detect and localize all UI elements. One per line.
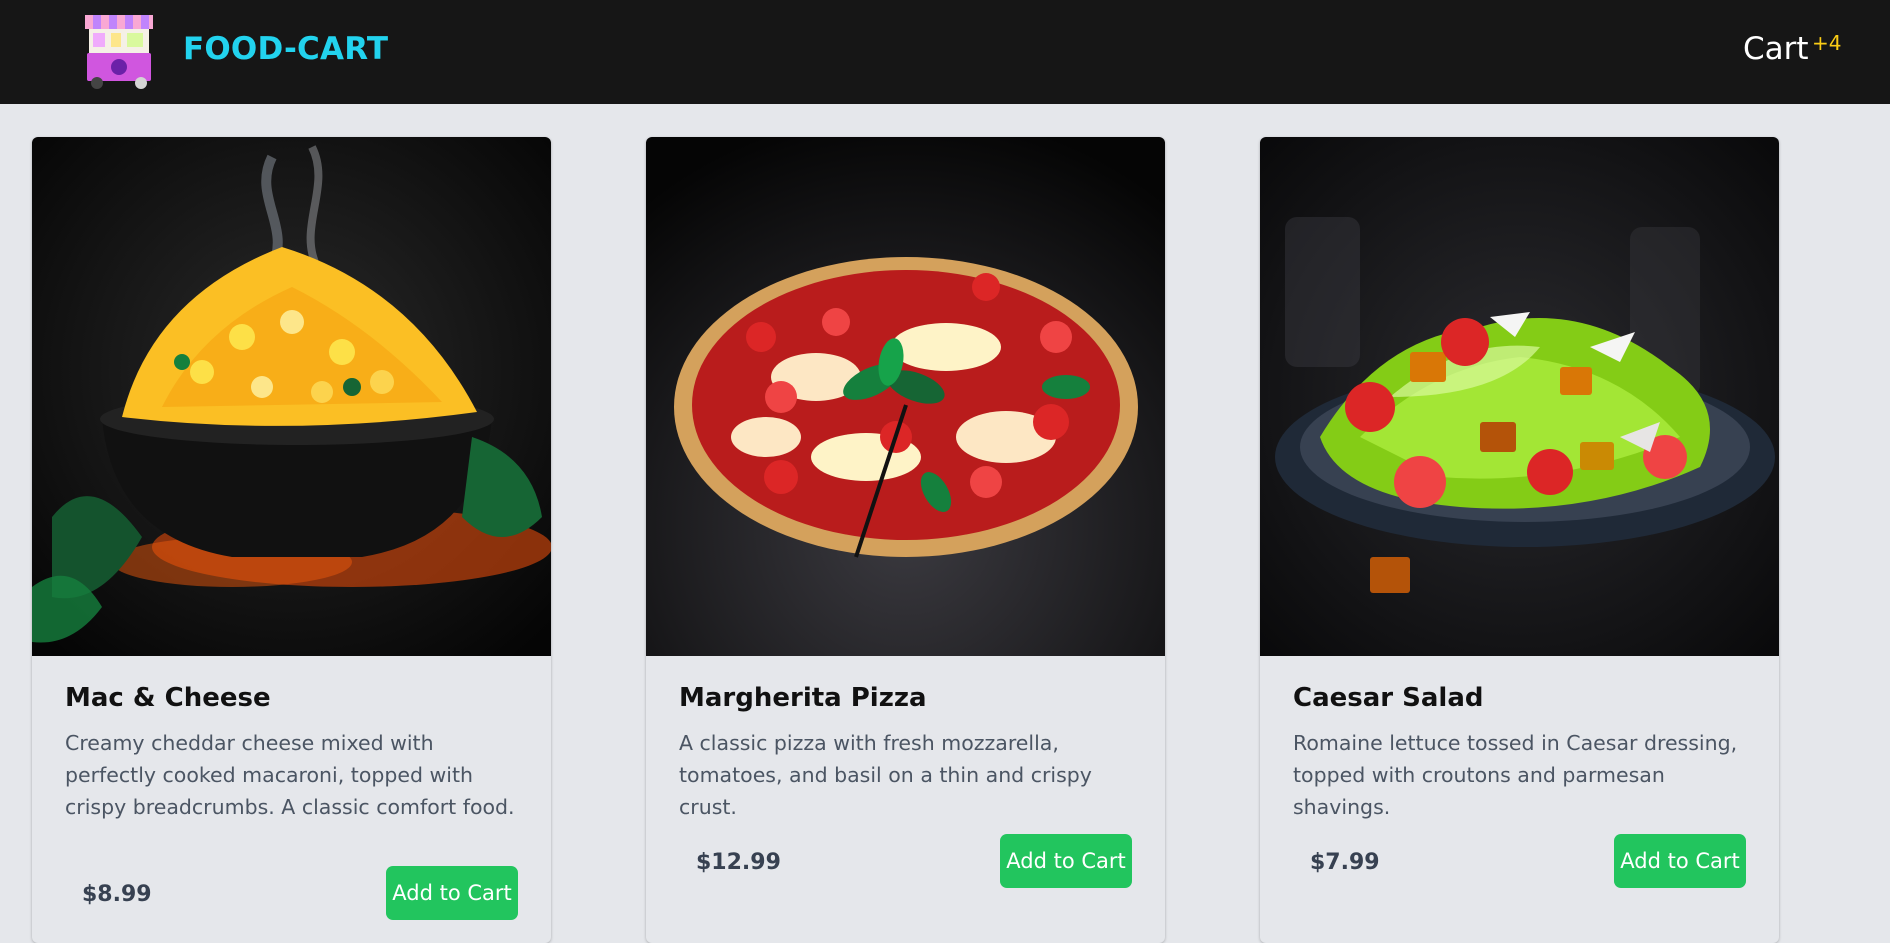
product-price: $8.99 <box>82 882 152 907</box>
product-card-mac-cheese: Mac & Cheese Creamy cheddar cheese mixed… <box>32 137 551 943</box>
add-to-cart-button[interactable]: Add to Cart <box>386 866 518 920</box>
food-cart-logo-icon[interactable] <box>79 11 161 91</box>
product-title: Caesar Salad <box>1293 683 1484 713</box>
add-to-cart-button[interactable]: Add to Cart <box>1614 834 1746 888</box>
cart-link[interactable]: Cart <box>1743 31 1809 67</box>
brand-name[interactable]: FOOD-CART <box>183 31 388 67</box>
product-price: $7.99 <box>1310 850 1380 875</box>
margherita-pizza-image <box>646 137 1165 656</box>
product-description: Romaine lettuce tossed in Caesar dressin… <box>1293 731 1738 819</box>
cart-count-badge: +4 <box>1812 31 1842 55</box>
caesar-salad-image <box>1260 137 1779 656</box>
product-title: Margherita Pizza <box>679 683 927 713</box>
product-card-caesar-salad: Caesar Salad Romaine lettuce tossed in C… <box>1260 137 1779 943</box>
product-card-margherita-pizza: Margherita Pizza A classic pizza with fr… <box>646 137 1165 943</box>
product-price: $12.99 <box>696 850 781 875</box>
navbar: FOOD-CART Cart +4 <box>0 0 1890 104</box>
product-description: A classic pizza with fresh mozzarella, t… <box>679 731 1092 819</box>
product-description: Creamy cheddar cheese mixed with perfect… <box>65 731 515 819</box>
product-title: Mac & Cheese <box>65 683 271 713</box>
mac-cheese-image <box>32 137 551 656</box>
add-to-cart-button[interactable]: Add to Cart <box>1000 834 1132 888</box>
